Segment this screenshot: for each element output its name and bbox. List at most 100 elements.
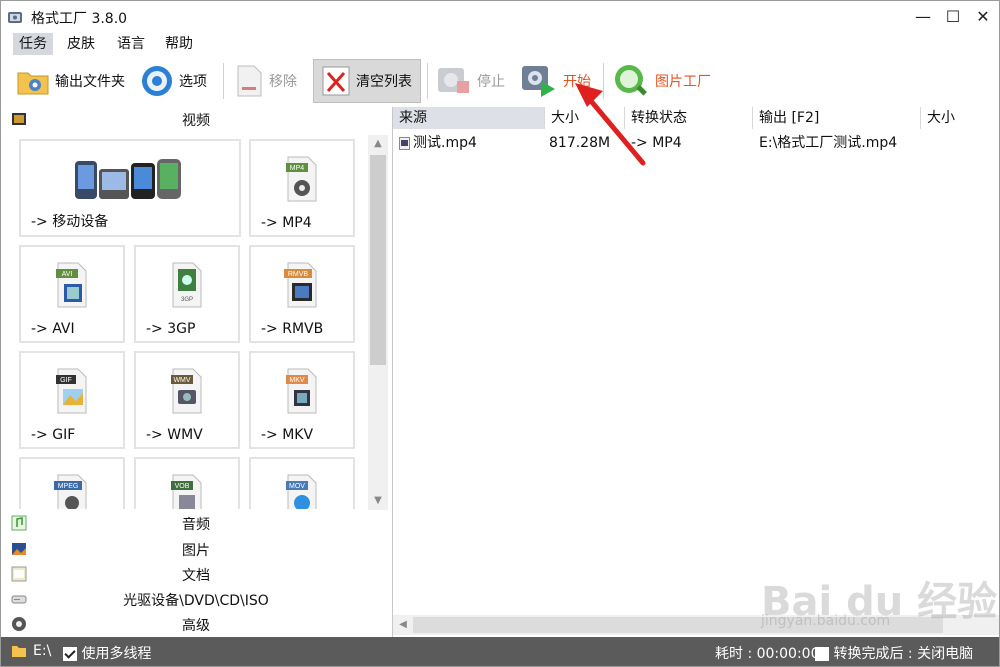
category-picture-label: 图片 bbox=[182, 543, 210, 559]
mpeg-file-icon: MPEG bbox=[54, 474, 87, 509]
tile-label: -> MP4 bbox=[261, 215, 312, 231]
category-video[interactable]: 视频 bbox=[1, 107, 391, 131]
vob-file-icon: VOB bbox=[171, 474, 202, 509]
column-header-source[interactable]: 来源 bbox=[393, 107, 545, 129]
start-play-icon bbox=[522, 66, 555, 97]
category-picture[interactable]: 图片 bbox=[1, 537, 391, 561]
minimize-button[interactable]: — bbox=[907, 3, 939, 31]
multithread-label: 使用多线程 bbox=[81, 646, 152, 662]
scroll-thumb[interactable] bbox=[370, 155, 386, 365]
category-advanced[interactable]: 高级 bbox=[1, 612, 391, 636]
format-badge-text: AVI bbox=[62, 271, 73, 278]
output-folder-icon bbox=[17, 72, 49, 95]
format-badge-text: GIF bbox=[60, 377, 72, 384]
remove-doc-icon bbox=[237, 65, 262, 97]
stop-icon bbox=[438, 68, 469, 93]
tile-mp4[interactable]: MP4 -> MP4 bbox=[249, 139, 355, 237]
category-advanced-label: 高级 bbox=[182, 618, 210, 634]
toolbar: 输出文件夹 选项 移除 清空列表 停止 开始 图片工厂 bbox=[1, 55, 999, 107]
category-document[interactable]: 文档 bbox=[1, 562, 391, 586]
mobile-devices-icon bbox=[75, 159, 181, 199]
toolbar-separator bbox=[427, 63, 428, 99]
menu-task[interactable]: 任务 bbox=[13, 33, 53, 55]
menu-help[interactable]: 帮助 bbox=[159, 33, 199, 55]
video-format-grid: -> 移动设备 MP4 -> MP4 AVI -> AVI 3GP -> 3GP… bbox=[19, 139, 367, 509]
format-factory-icon bbox=[8, 12, 22, 23]
tile-vob[interactable]: VOB bbox=[134, 457, 240, 509]
remove-button[interactable]: 移除 bbox=[233, 59, 297, 103]
format-badge-text: WMV bbox=[173, 377, 190, 384]
tile-mov[interactable]: MOV bbox=[249, 457, 355, 509]
mov-file-icon: MOV bbox=[286, 474, 317, 509]
tile-mobile-device[interactable]: -> 移动设备 bbox=[19, 139, 241, 237]
title-bar: 格式工厂 3.8.0 — ☐ ✕ bbox=[1, 1, 999, 33]
format-badge-text: VOB bbox=[175, 483, 190, 490]
options-button[interactable]: 选项 bbox=[139, 59, 207, 103]
stop-label: 停止 bbox=[477, 74, 505, 90]
after-done-toggle[interactable]: 转换完成后 : 关闭电脑 bbox=[815, 643, 973, 663]
output-folder-label: 输出文件夹 bbox=[55, 74, 125, 90]
tile-label: -> WMV bbox=[146, 427, 203, 443]
tile-label: -> MKV bbox=[261, 427, 314, 443]
mkv-file-icon: MKV bbox=[286, 368, 317, 414]
tile-wmv[interactable]: WMV -> WMV bbox=[134, 351, 240, 449]
tile-mpeg[interactable]: MPEG bbox=[19, 457, 125, 509]
after-done-checkbox[interactable] bbox=[815, 647, 829, 661]
close-button[interactable]: ✕ bbox=[967, 3, 999, 31]
menu-language[interactable]: 语言 bbox=[111, 33, 151, 55]
tile-gif[interactable]: GIF -> GIF bbox=[19, 351, 125, 449]
status-bar: E:\ 使用多线程 耗时 : 00:00:00 转换完成后 : 关闭电脑 bbox=[1, 637, 999, 666]
3gp-file-icon: 3GP bbox=[172, 262, 202, 308]
scroll-down-arrow[interactable]: ▼ bbox=[368, 492, 388, 510]
gif-file-icon: GIF bbox=[56, 368, 87, 414]
stop-button[interactable]: 停止 bbox=[435, 59, 505, 103]
tile-avi[interactable]: AVI -> AVI bbox=[19, 245, 125, 343]
format-badge-text: RMVB bbox=[288, 271, 309, 278]
format-grid-scrollbar[interactable]: ▲ ▼ bbox=[368, 135, 388, 510]
tile-label: -> 3GP bbox=[146, 321, 196, 337]
avi-file-icon: AVI bbox=[56, 262, 87, 308]
folder-icon bbox=[12, 646, 26, 657]
multithread-checkbox[interactable] bbox=[63, 647, 77, 661]
scroll-up-arrow[interactable]: ▲ bbox=[368, 135, 388, 153]
window-title: 格式工厂 3.8.0 bbox=[31, 11, 128, 27]
red-pointer-arrow bbox=[575, 83, 646, 166]
column-header-output[interactable]: 输出 [F2] bbox=[753, 107, 921, 129]
category-audio-label: 音频 bbox=[182, 517, 210, 533]
row-source: 测试.mp4 bbox=[413, 135, 477, 151]
tile-label: -> GIF bbox=[31, 427, 76, 443]
category-optical-drive[interactable]: 光驱设备\DVD\CD\ISO bbox=[1, 587, 391, 611]
format-badge-text: MPEG bbox=[58, 483, 79, 490]
app-window: 格式工厂 3.8.0 — ☐ ✕ 任务 皮肤 语言 帮助 输出文件夹 选项 移除… bbox=[0, 0, 1000, 667]
maximize-button[interactable]: ☐ bbox=[937, 3, 969, 31]
output-drive-path[interactable]: E:\ bbox=[33, 643, 51, 659]
elapsed-time: 耗时 : 00:00:00 bbox=[715, 646, 820, 662]
category-video-label: 视频 bbox=[182, 113, 210, 129]
wmv-file-icon: WMV bbox=[171, 368, 202, 414]
format-badge-text: 3GP bbox=[181, 297, 193, 303]
output-folder-button[interactable]: 输出文件夹 bbox=[15, 59, 125, 103]
tile-label: -> RMVB bbox=[261, 321, 324, 337]
menu-bar: 任务 皮肤 语言 帮助 bbox=[1, 33, 999, 55]
rmvb-file-icon: RMVB bbox=[284, 262, 317, 308]
tile-mkv[interactable]: MKV -> MKV bbox=[249, 351, 355, 449]
scroll-left-arrow[interactable]: ◀ bbox=[393, 616, 413, 634]
remove-label: 移除 bbox=[269, 74, 297, 90]
category-document-label: 文档 bbox=[182, 568, 210, 584]
multithread-toggle[interactable]: 使用多线程 bbox=[63, 643, 151, 663]
format-badge-text: MKV bbox=[289, 377, 305, 384]
options-label: 选项 bbox=[179, 74, 207, 90]
tile-label: -> AVI bbox=[31, 321, 75, 337]
baidu-watermark-url: jingyan.baidu.com bbox=[761, 613, 891, 629]
options-gear-icon bbox=[142, 66, 172, 96]
menu-skin[interactable]: 皮肤 bbox=[61, 33, 101, 55]
column-header-output-size[interactable]: 大小 bbox=[921, 107, 999, 129]
mp4-file-icon: MP4 bbox=[286, 156, 317, 202]
left-panel: 视频 -> 移动设备 MP4 -> MP4 AVI -> AVI 3GP -> … bbox=[1, 107, 393, 637]
after-done-label: 转换完成后 : 关闭电脑 bbox=[833, 646, 974, 662]
category-audio[interactable]: 音频 bbox=[1, 511, 391, 535]
tile-rmvb[interactable]: RMVB -> RMVB bbox=[249, 245, 355, 343]
row-output: E:\格式工厂测试.mp4 bbox=[759, 135, 898, 151]
tile-3gp[interactable]: 3GP -> 3GP bbox=[134, 245, 240, 343]
clear-list-button[interactable]: 清空列表 bbox=[313, 59, 421, 103]
